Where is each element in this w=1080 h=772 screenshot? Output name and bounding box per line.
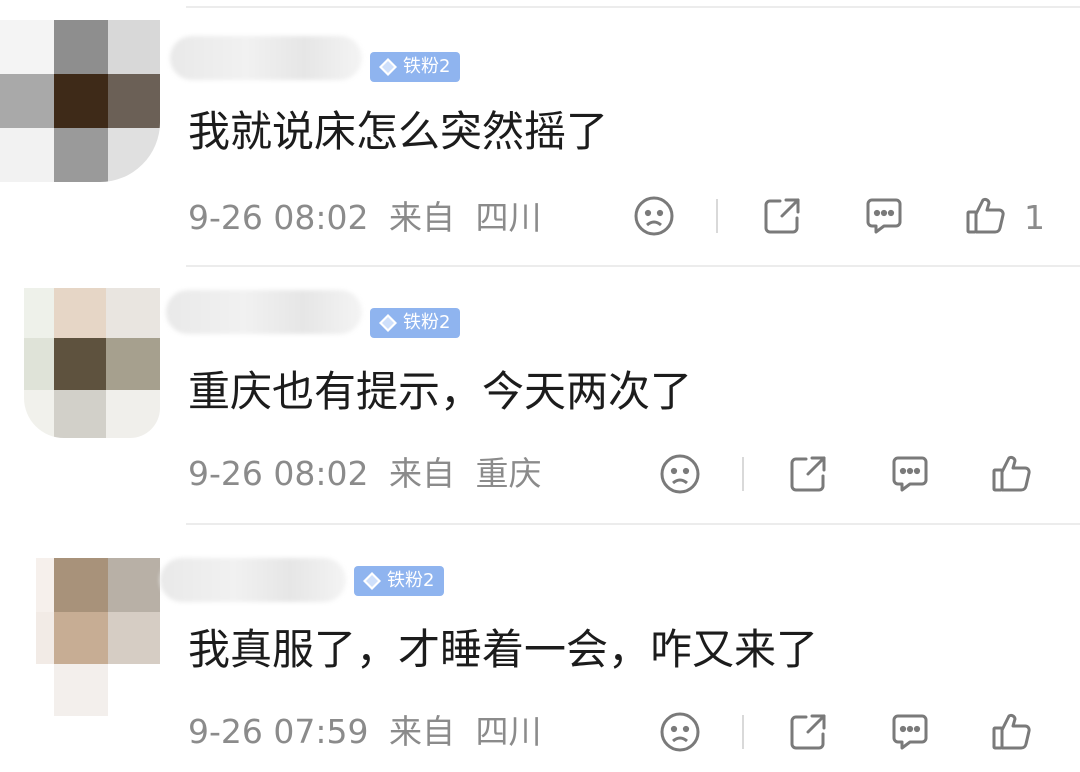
location: 重庆 xyxy=(475,454,542,493)
comment-item: 铁粉2 我就说床怎么突然摇了 9-26 08:02 来自 四川 1 xyxy=(0,0,1080,266)
comment-item: 铁粉2 重庆也有提示，今天两次了 9-26 08:02 来自 重庆 xyxy=(0,266,1080,524)
thumbs-up-icon[interactable] xyxy=(990,452,1034,496)
avatar[interactable] xyxy=(24,288,160,438)
comment-meta: 9-26 07:59 来自 四川 xyxy=(188,710,542,754)
separator xyxy=(742,715,744,749)
from-label: 来自 xyxy=(389,454,455,493)
thumbs-up-icon[interactable] xyxy=(964,194,1008,238)
diamond-icon xyxy=(362,571,382,591)
timestamp: 9-26 08:02 xyxy=(188,198,369,237)
separator xyxy=(742,457,744,491)
comment-icon[interactable] xyxy=(888,710,932,754)
comment-text: 我真服了，才睡着一会，咋又来了 xyxy=(188,625,819,674)
fan-badge: 铁粉2 xyxy=(354,566,445,596)
avatar[interactable] xyxy=(0,20,160,182)
timestamp: 9-26 08:02 xyxy=(188,454,369,493)
thumbs-up-icon[interactable] xyxy=(990,710,1034,754)
share-icon[interactable] xyxy=(786,452,830,496)
diamond-icon xyxy=(378,57,398,77)
from-label: 来自 xyxy=(389,198,455,237)
comment-icon[interactable] xyxy=(862,194,906,238)
share-icon[interactable] xyxy=(786,710,830,754)
comment-item: 铁粉2 我真服了，才睡着一会，咋又来了 9-26 07:59 来自 四川 xyxy=(0,524,1080,772)
fan-badge: 铁粉2 xyxy=(370,52,461,82)
location: 四川 xyxy=(475,198,542,237)
avatar[interactable] xyxy=(36,558,160,716)
location: 四川 xyxy=(475,712,542,751)
separator xyxy=(716,199,718,233)
comment-meta: 9-26 08:02 来自 四川 xyxy=(188,196,542,240)
sad-face-icon[interactable] xyxy=(658,452,702,496)
sad-face-icon[interactable] xyxy=(632,194,676,238)
share-icon[interactable] xyxy=(760,194,804,238)
sad-face-icon[interactable] xyxy=(658,710,702,754)
comment-text: 我就说床怎么突然摇了 xyxy=(188,107,609,156)
diamond-icon xyxy=(378,313,398,333)
comment-meta: 9-26 08:02 来自 重庆 xyxy=(188,452,542,496)
comment-text: 重庆也有提示，今天两次了 xyxy=(188,367,693,416)
like-count: 1 xyxy=(1024,198,1045,237)
username[interactable] xyxy=(170,36,362,80)
comment-icon[interactable] xyxy=(888,452,932,496)
from-label: 来自 xyxy=(389,712,455,751)
timestamp: 9-26 07:59 xyxy=(188,712,369,751)
username[interactable] xyxy=(166,290,362,334)
fan-badge: 铁粉2 xyxy=(370,308,461,338)
username[interactable] xyxy=(160,558,346,602)
